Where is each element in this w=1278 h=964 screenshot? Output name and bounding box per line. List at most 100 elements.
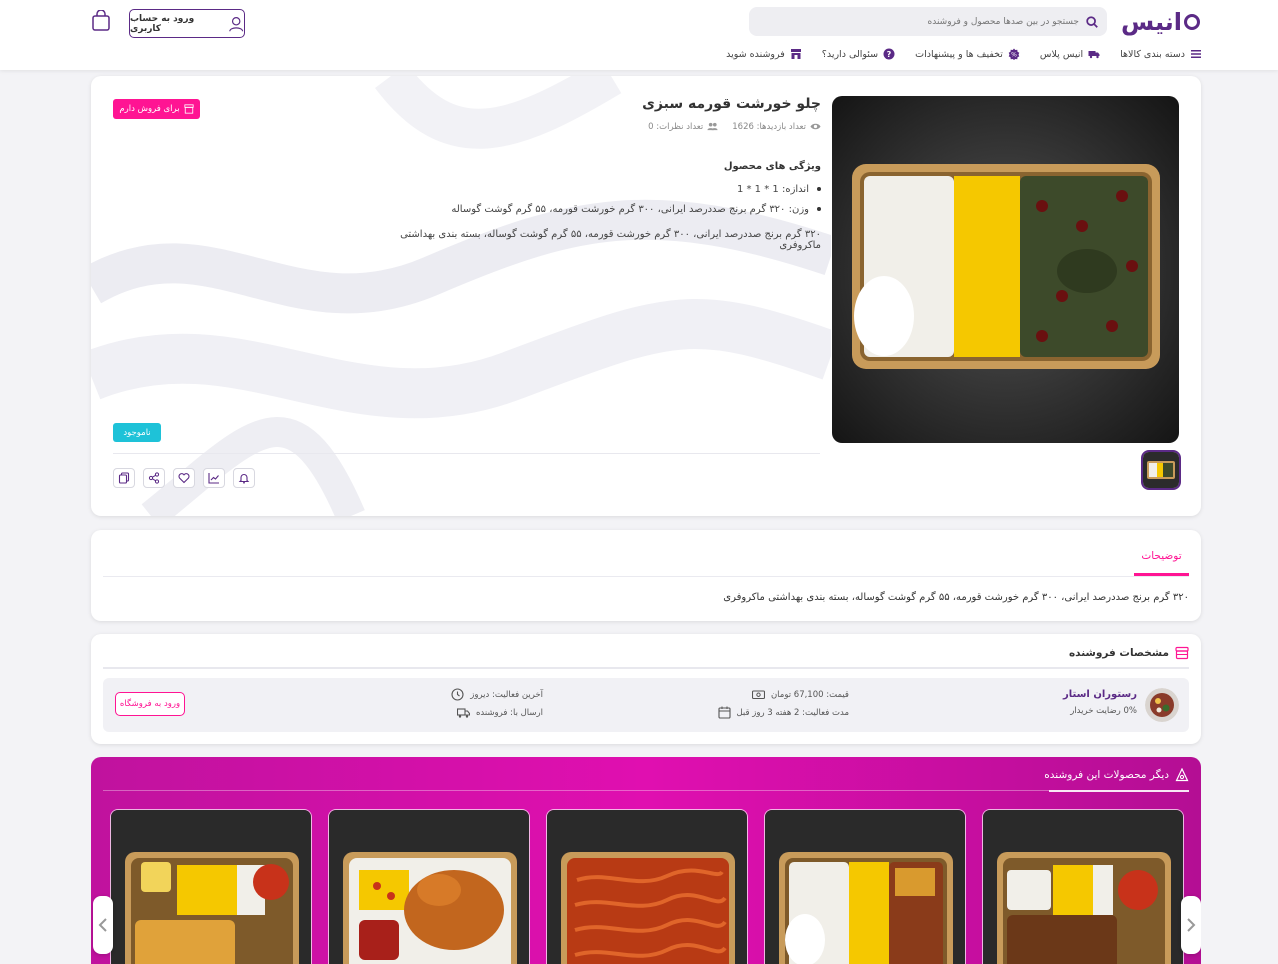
nav-item-categories[interactable]: دسته بندی کالاها [1120, 48, 1202, 60]
menu-icon [1191, 50, 1201, 58]
chevron-left-icon [98, 918, 107, 932]
store-icon [184, 104, 194, 114]
clock-icon [451, 688, 464, 701]
other-products-section: دیگر محصولات این فروشنده [91, 757, 1201, 964]
nav-item-faq[interactable]: ? سئوالی دارید؟ [822, 48, 895, 60]
carousel-prev-button[interactable] [93, 896, 113, 954]
product-main-image[interactable] [832, 96, 1179, 443]
sell-this-button[interactable]: برای فروش دارم [113, 99, 200, 119]
price-chart-button[interactable] [203, 468, 225, 488]
copy-icon [118, 472, 130, 484]
question-icon: ? [883, 48, 895, 60]
money-icon [751, 690, 765, 700]
chart-icon [208, 473, 219, 484]
seller-last-active: آخرین فعالیت: دیروز [451, 688, 543, 701]
store-icon [790, 49, 801, 59]
features-title: ویژگی های محصول [723, 161, 821, 172]
svg-text:%: % [1011, 51, 1017, 58]
search-box [749, 7, 1107, 36]
views-stat: تعداد بازدیدها: 1626 [732, 121, 821, 132]
heart-icon [178, 473, 190, 484]
seller-shipping: ارسال با: فروشنده [456, 706, 543, 719]
carousel-next-button[interactable] [1181, 896, 1201, 954]
share-icon [148, 472, 160, 484]
seller-avatar[interactable] [1145, 688, 1179, 722]
seller-divider [103, 667, 1189, 669]
product-stats: تعداد بازدیدها: 1626 تعداد نظرات: 0 [648, 121, 821, 132]
other-title-text: دیگر محصولات این فروشنده [1044, 769, 1169, 781]
tag-icon [1175, 768, 1189, 782]
store-icon [1175, 646, 1189, 660]
description-text: ۳۲۰ گرم برنج صددرصد ایرانی، ۳۰۰ گرم خورش… [723, 592, 1189, 603]
copy-button[interactable] [113, 468, 135, 488]
users-icon [707, 122, 718, 131]
other-products-title: دیگر محصولات این فروشنده [1044, 768, 1189, 782]
chevron-right-icon [1187, 918, 1196, 932]
seller-satisfaction: 0% رضایت خریدار [1070, 706, 1137, 716]
login-label: ورود به حساب کاربری [130, 13, 195, 34]
seller-section-title: مشخصات فروشنده [1069, 646, 1189, 660]
tab-description[interactable]: توضیحات [1134, 538, 1189, 576]
seller-info: رستوران استار 0% رضایت خریدار قیمت: 67,1… [103, 678, 1189, 732]
product-card-4[interactable] [328, 809, 530, 964]
last-active-text: آخرین فعالیت: دیروز [470, 689, 543, 700]
product-card-2[interactable] [764, 809, 966, 964]
delivery-truck-icon [456, 708, 470, 718]
feature-item: اندازه: 1 * 1 * 1 [401, 179, 821, 199]
divider [113, 453, 820, 454]
seller-title-text: مشخصات فروشنده [1068, 647, 1169, 659]
feature-text: اندازه: 1 * 1 * 1 [736, 183, 809, 195]
seller-activity: مدت فعالیت: 2 هفته 3 روز قبل [717, 706, 850, 719]
shipping-text: ارسال با: فروشنده [475, 707, 543, 718]
login-button[interactable]: ورود به حساب کاربری [129, 9, 245, 38]
search-input[interactable] [759, 16, 1079, 27]
nav-label: تخفیف ها و پیشنهادات [915, 48, 1003, 60]
features-list: اندازه: 1 * 1 * 1 وزن: ۳۲۰ گرم برنج صددر… [401, 179, 821, 219]
comments-count: تعداد نظرات: 0 [648, 121, 704, 132]
main-nav: دسته بندی کالاها انیس پلاس % تخفیف ها و … [726, 46, 1202, 62]
truck-icon [1088, 51, 1100, 59]
shopping-bag-icon[interactable] [90, 10, 112, 32]
product-card-3[interactable] [546, 809, 748, 964]
product-card: چلو خورشت قورمه سبزی تعداد بازدیدها: 162… [91, 76, 1201, 516]
logo-text: انیس [1121, 8, 1182, 36]
feature-item: وزن: ۳۲۰ گرم برنج صددرصد ایرانی، ۳۰۰ گرم… [401, 199, 821, 219]
tab-divider [103, 576, 1189, 577]
eye-icon [810, 123, 821, 130]
title-underline [1049, 790, 1189, 792]
share-button[interactable] [143, 468, 165, 488]
notify-button[interactable] [233, 468, 255, 488]
seller-name[interactable]: رستوران استار [1063, 689, 1137, 700]
views-count: تعداد بازدیدها: 1626 [732, 121, 806, 132]
stock-status-badge: ناموجود [113, 423, 161, 442]
svg-text:?: ? [887, 50, 892, 59]
product-thumbnail[interactable] [1143, 452, 1179, 488]
product-card-5[interactable] [110, 809, 312, 964]
price-text: قیمت: 67,100 تومان [770, 689, 849, 700]
site-logo[interactable]: انیس [1121, 8, 1200, 36]
activity-text: مدت فعالیت: 2 هفته 3 روز قبل [736, 707, 850, 718]
calendar-icon [717, 706, 731, 719]
search-icon[interactable] [1085, 15, 1099, 29]
product-card-1[interactable] [982, 809, 1184, 964]
favorite-button[interactable] [173, 468, 195, 488]
nav-item-plus[interactable]: انیس پلاس [1040, 48, 1100, 60]
sell-label: برای فروش دارم [119, 104, 180, 114]
nav-label: سئوالی دارید؟ [821, 48, 879, 60]
logo-mark [1184, 14, 1200, 30]
nav-label: انیس پلاس [1039, 48, 1084, 60]
user-icon [228, 16, 243, 31]
discount-icon: % [1008, 48, 1020, 60]
bell-icon [238, 474, 250, 484]
enter-shop-button[interactable]: ورود به فروشگاه [115, 692, 185, 716]
section-divider [103, 790, 1049, 791]
comments-stat: تعداد نظرات: 0 [648, 121, 718, 132]
nav-item-become-seller[interactable]: فروشنده شوید [726, 48, 802, 60]
seller-price: قیمت: 67,100 تومان [751, 688, 849, 701]
nav-item-discounts[interactable]: % تخفیف ها و پیشنهادات [915, 48, 1020, 60]
description-card: توضیحات ۳۲۰ گرم برنج صددرصد ایرانی، ۳۰۰ … [91, 530, 1201, 621]
product-short-description: ۳۲۰ گرم برنج صددرصد ایرانی، ۳۰۰ گرم خورش… [400, 229, 821, 251]
background-pattern [91, 76, 831, 516]
product-actions [113, 468, 255, 488]
nav-label: دسته بندی کالاها [1120, 48, 1185, 60]
